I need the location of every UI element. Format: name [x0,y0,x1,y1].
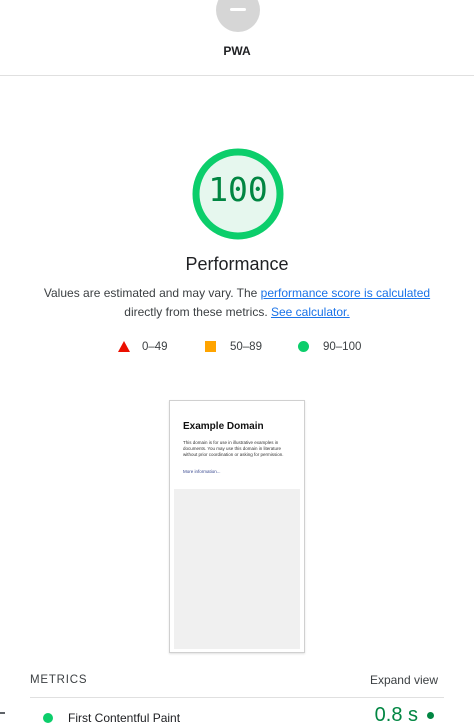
left-edge-fragment [0,712,5,714]
performance-score: 100 [208,170,268,209]
pass-circle-icon [43,713,53,723]
screenshot-link: More information... [183,469,221,474]
metric-value: 0.8 s [374,704,418,726]
circle-icon [298,341,309,352]
final-screenshot[interactable]: Example Domain This domain is for use in… [169,400,305,653]
expand-view-button[interactable]: Expand view [370,673,438,687]
legend-average-range: 50–89 [230,341,262,353]
screenshot-blank-area [174,489,300,649]
screenshot-title: Example Domain [183,421,264,432]
desc-middle: directly from these metrics. [124,305,271,319]
performance-description: Values are estimated and may vary. The p… [30,284,444,322]
performance-title: Performance [185,254,289,274]
metric-name: First Contentful Paint [68,711,181,725]
desc-prefix: Values are estimated and may vary. The [43,286,261,300]
triangle-icon [118,341,130,352]
legend-fail-range: 0–49 [142,341,168,353]
dash-icon [230,8,246,11]
metrics-divider [30,697,444,698]
screenshot-body: This domain is for use in illustrative e… [183,440,284,457]
pwa-gauge[interactable] [216,0,260,32]
square-icon [205,341,216,352]
top-divider [0,75,474,76]
legend-pass-range: 90–100 [323,341,362,353]
score-legend: 0–49 50–89 90–100 [0,340,474,356]
metrics-header: METRICS [30,674,88,686]
pwa-category-label[interactable]: PWA [0,44,474,58]
score-calculated-link[interactable]: performance score is calculated [261,286,430,300]
see-calculator-link[interactable]: See calculator. [271,305,350,319]
